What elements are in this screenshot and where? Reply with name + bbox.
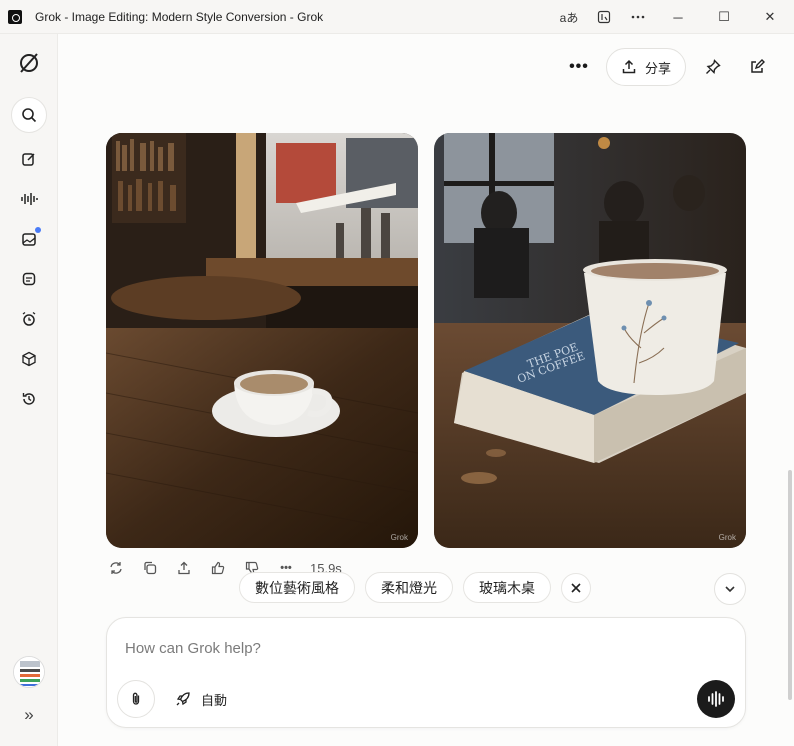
- notification-dot: [35, 227, 41, 233]
- waveform-icon: [21, 193, 38, 205]
- maximize-button[interactable]: ☐: [710, 4, 738, 30]
- note-icon: [22, 272, 36, 286]
- close-icon: [571, 582, 581, 593]
- chevron-double-right-icon: »: [24, 705, 34, 724]
- watermark: Grok: [718, 533, 736, 542]
- sidebar: »: [0, 34, 58, 746]
- window-title: Grok - Image Editing: Modern Style Conve…: [35, 10, 324, 24]
- more-options-button[interactable]: •••: [562, 50, 596, 84]
- paperclip-icon: [132, 692, 140, 705]
- reading-view-icon: [597, 10, 611, 24]
- sidebar-item-voice[interactable]: [14, 184, 44, 214]
- suggestion-chip[interactable]: 玻璃木桌: [463, 572, 551, 603]
- reading-view-button[interactable]: [590, 4, 618, 30]
- avatar[interactable]: [13, 656, 45, 688]
- more-horizontal-icon: [631, 15, 645, 19]
- sidebar-item-projects[interactable]: [14, 344, 44, 374]
- dismiss-suggestions-button[interactable]: [561, 572, 591, 603]
- edit-icon: [751, 59, 765, 73]
- upload-icon: [178, 561, 190, 575]
- grok-logo[interactable]: [14, 48, 44, 78]
- sidebar-item-imagine[interactable]: [14, 224, 44, 254]
- sidebar-item-history[interactable]: [14, 384, 44, 414]
- search-icon: [22, 108, 37, 123]
- alarm-icon: [22, 311, 36, 326]
- composer: 自動: [106, 617, 746, 728]
- suggestion-chips: 數位藝術風格 柔和燈光 玻璃木桌: [239, 572, 591, 603]
- pin-icon: [706, 59, 721, 74]
- copy-button[interactable]: [140, 558, 160, 578]
- translate-icon: aあ: [559, 10, 579, 25]
- generated-image-1[interactable]: Grok: [106, 133, 418, 548]
- copy-icon: [144, 561, 157, 575]
- refresh-icon: [110, 562, 122, 574]
- translate-button[interactable]: aあ: [555, 4, 583, 30]
- suggestion-chip[interactable]: 數位藝術風格: [239, 572, 355, 603]
- header-actions: ••• 分享: [562, 48, 774, 86]
- avatar-image: [14, 657, 44, 687]
- maximize-icon: ☐: [718, 9, 730, 24]
- minimize-icon: ─: [673, 9, 683, 25]
- sidebar-item-files[interactable]: [14, 264, 44, 294]
- cafe-window-image: [106, 133, 418, 548]
- mode-label: 自動: [201, 692, 228, 708]
- rocket-icon: [176, 692, 190, 706]
- expand-sidebar-button[interactable]: »: [14, 700, 44, 730]
- mode-selector[interactable]: 自動: [175, 686, 227, 712]
- sidebar-item-tasks[interactable]: [14, 304, 44, 334]
- cafe-book-image: THE POEON COFFEE: [434, 133, 746, 548]
- voice-mode-button[interactable]: [697, 680, 735, 718]
- image-icon: [22, 233, 36, 246]
- watermark: Grok: [390, 533, 408, 542]
- upload-icon: [622, 59, 636, 74]
- edit-icon: [22, 153, 35, 166]
- prompt-input[interactable]: [125, 640, 665, 657]
- scroll-to-bottom-button[interactable]: [714, 573, 746, 605]
- regenerate-button[interactable]: [106, 558, 126, 578]
- browser-menu-button[interactable]: [624, 4, 652, 30]
- more-horizontal-icon: •••: [569, 58, 589, 75]
- share-button[interactable]: 分享: [605, 48, 686, 86]
- share-label: 分享: [644, 60, 671, 76]
- main-content: ••• 分享 Grok THE POE ON COFFEE Grok ••• 1…: [58, 34, 794, 746]
- history-icon: [22, 393, 35, 405]
- title-bar: Grok - Image Editing: Modern Style Conve…: [0, 0, 794, 34]
- scrollbar[interactable]: [788, 470, 792, 700]
- waveform-icon: [708, 691, 724, 707]
- like-button[interactable]: [208, 558, 228, 578]
- pin-button[interactable]: [696, 50, 730, 84]
- share-message-button[interactable]: [174, 558, 194, 578]
- thumbs-up-icon: [211, 561, 225, 575]
- suggestion-chip[interactable]: 柔和燈光: [365, 572, 453, 603]
- grok-logo-icon: [20, 53, 38, 73]
- new-chat-button[interactable]: [740, 50, 774, 84]
- chevron-down-icon: [725, 586, 735, 593]
- attach-button[interactable]: [117, 680, 155, 718]
- sidebar-item-new-chat[interactable]: [14, 144, 44, 174]
- app-icon: [8, 10, 22, 24]
- cube-icon: [22, 351, 36, 367]
- close-button[interactable]: ✕: [756, 4, 784, 30]
- sidebar-item-search[interactable]: [11, 97, 47, 133]
- close-icon: ✕: [764, 9, 776, 24]
- generated-image-2[interactable]: THE POE ON COFFEE Grok: [434, 133, 746, 548]
- minimize-button[interactable]: ─: [664, 4, 692, 30]
